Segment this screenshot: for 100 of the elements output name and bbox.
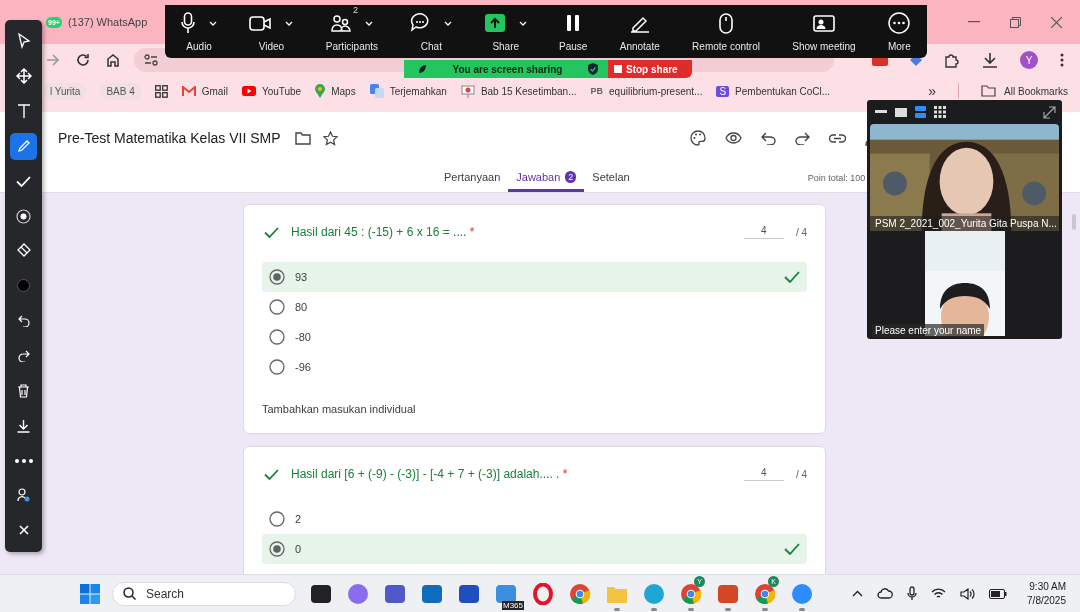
bookmark-link[interactable]: Pembentukan CoCl... bbox=[735, 85, 831, 97]
window-icon[interactable] bbox=[309, 582, 332, 605]
form-tab[interactable]: Pertanyaan bbox=[436, 164, 509, 192]
toolbar-button[interactable]: Chat bbox=[408, 11, 455, 52]
spotlight-icon[interactable] bbox=[16, 208, 31, 224]
restore-icon[interactable] bbox=[1010, 16, 1021, 28]
bookmark-link[interactable]: Maps bbox=[331, 85, 356, 97]
menu-icon[interactable] bbox=[1060, 53, 1064, 67]
bookmark-link[interactable]: Gmail bbox=[201, 85, 228, 97]
all-bookmarks-link[interactable]: All Bookmarks bbox=[1004, 85, 1068, 97]
search-field[interactable]: Search bbox=[112, 581, 296, 606]
total-points: Poin total: 100 bbox=[807, 173, 866, 183]
star-icon[interactable] bbox=[322, 130, 338, 146]
toolbar-button[interactable]: Audio bbox=[179, 11, 220, 52]
slides-icon[interactable] bbox=[716, 582, 739, 605]
apps-grid-icon[interactable] bbox=[154, 84, 168, 98]
user-icon[interactable] bbox=[17, 488, 30, 503]
caret-icon[interactable] bbox=[364, 20, 373, 26]
move-icon[interactable] bbox=[15, 68, 32, 85]
windows-start-icon[interactable] bbox=[80, 583, 100, 604]
single-view-icon[interactable] bbox=[895, 107, 907, 117]
check-icon[interactable] bbox=[16, 175, 31, 187]
more-bookmarks-button[interactable]: » bbox=[928, 83, 937, 99]
link-icon[interactable] bbox=[828, 133, 846, 143]
video-camera-icon bbox=[249, 15, 272, 31]
chrome-icon[interactable] bbox=[753, 582, 776, 605]
preview-eye-icon[interactable] bbox=[724, 132, 742, 144]
download-icon[interactable] bbox=[982, 52, 998, 68]
chrome-icon[interactable] bbox=[679, 582, 702, 605]
cloud-icon[interactable] bbox=[877, 588, 894, 599]
app-icon[interactable] bbox=[494, 582, 517, 605]
toolbar-button[interactable]: Video bbox=[247, 11, 296, 52]
grid-view-icon[interactable] bbox=[934, 106, 946, 118]
form-tab[interactable]: Setelan bbox=[584, 164, 638, 192]
minimize-icon[interactable] bbox=[875, 110, 887, 114]
app-icon[interactable] bbox=[457, 582, 480, 605]
profile-avatar[interactable]: Y bbox=[1020, 51, 1038, 69]
split-view-icon[interactable] bbox=[915, 106, 926, 118]
ring-icon[interactable] bbox=[531, 582, 554, 605]
more-icon[interactable] bbox=[14, 458, 33, 463]
bookmark-logo: PB bbox=[590, 86, 604, 96]
bookmark-link[interactable]: Terjemahkan bbox=[389, 85, 447, 97]
eraser-icon[interactable] bbox=[16, 243, 31, 259]
app-caption: M365 bbox=[502, 601, 524, 610]
toolbar-button[interactable]: Show meeting bbox=[790, 11, 858, 52]
bookmark-link[interactable]: equilibrium-present... bbox=[609, 85, 703, 97]
chrome-icon[interactable] bbox=[568, 582, 591, 605]
pointer-icon[interactable] bbox=[16, 33, 31, 50]
people-icon bbox=[330, 14, 351, 32]
bookmark-chip[interactable]: l Yurita bbox=[44, 82, 87, 100]
score-field[interactable]: 4 bbox=[743, 225, 784, 239]
redo-icon[interactable] bbox=[794, 131, 810, 145]
form-tab[interactable]: Jawaban 2 bbox=[508, 164, 585, 192]
scrollbar-thumb[interactable] bbox=[1072, 214, 1076, 230]
clock-date[interactable]: 7/8/2025 bbox=[1027, 593, 1066, 608]
score-field[interactable]: 4 bbox=[743, 467, 784, 481]
bookmark-link[interactable]: Bab 15 Kesetimban... bbox=[480, 85, 577, 97]
toolbar-button[interactable]: More bbox=[885, 11, 913, 52]
volume-icon[interactable] bbox=[960, 587, 976, 600]
caret-icon[interactable] bbox=[444, 20, 453, 26]
palette-icon[interactable] bbox=[689, 130, 706, 146]
trash-icon[interactable] bbox=[17, 383, 30, 398]
more-icon bbox=[888, 12, 911, 34]
toolbar-button[interactable]: Share bbox=[482, 11, 529, 52]
camera-icon[interactable] bbox=[790, 582, 813, 605]
toolbar-button[interactable]: Annotate bbox=[617, 11, 662, 52]
chevron-up-icon[interactable] bbox=[852, 590, 864, 597]
caret-icon[interactable] bbox=[518, 20, 527, 26]
caret-icon[interactable] bbox=[209, 20, 218, 26]
feedback-link[interactable]: Tambahkan masukan individual bbox=[262, 403, 807, 415]
wifi-icon[interactable] bbox=[931, 587, 947, 600]
puzzle-icon[interactable] bbox=[944, 52, 960, 68]
bookmark-chip[interactable]: BAB 4 bbox=[100, 82, 141, 100]
question-text: Hasil dari 45 : (-15) + 6 x 16 = .... * bbox=[291, 225, 476, 239]
sharing-message: You are screen sharing bbox=[451, 63, 564, 75]
battery-icon[interactable] bbox=[989, 588, 1008, 599]
swirl-icon[interactable] bbox=[346, 582, 369, 605]
site-settings-icon[interactable] bbox=[144, 54, 158, 66]
people-icon[interactable] bbox=[383, 582, 406, 605]
clock-time[interactable]: 9:30 AM bbox=[1029, 579, 1066, 594]
pencil-icon[interactable] bbox=[16, 139, 31, 154]
presentation-icon bbox=[460, 84, 475, 98]
caret-icon[interactable] bbox=[285, 20, 294, 26]
stop-share-button[interactable]: Stop share bbox=[608, 60, 692, 78]
text-icon[interactable] bbox=[17, 104, 30, 119]
home-icon[interactable] bbox=[106, 53, 120, 67]
selected-tool-button[interactable] bbox=[10, 132, 37, 160]
expand-icon[interactable] bbox=[1043, 105, 1056, 119]
toolbar-button[interactable]: Remote control bbox=[690, 11, 762, 52]
folder-icon[interactable] bbox=[294, 131, 311, 145]
max-score: / 4 bbox=[795, 468, 807, 480]
check-icon bbox=[784, 543, 800, 555]
envelope-icon[interactable] bbox=[420, 582, 443, 605]
play-icon bbox=[241, 86, 256, 96]
microphone-icon[interactable] bbox=[907, 586, 918, 601]
reload-icon[interactable] bbox=[76, 53, 90, 67]
toolbar-button[interactable]: Pause bbox=[557, 11, 590, 52]
bookmark-link[interactable]: YouTube bbox=[261, 85, 302, 97]
color-dot-icon[interactable] bbox=[17, 279, 30, 293]
undo-icon[interactable] bbox=[760, 131, 776, 145]
